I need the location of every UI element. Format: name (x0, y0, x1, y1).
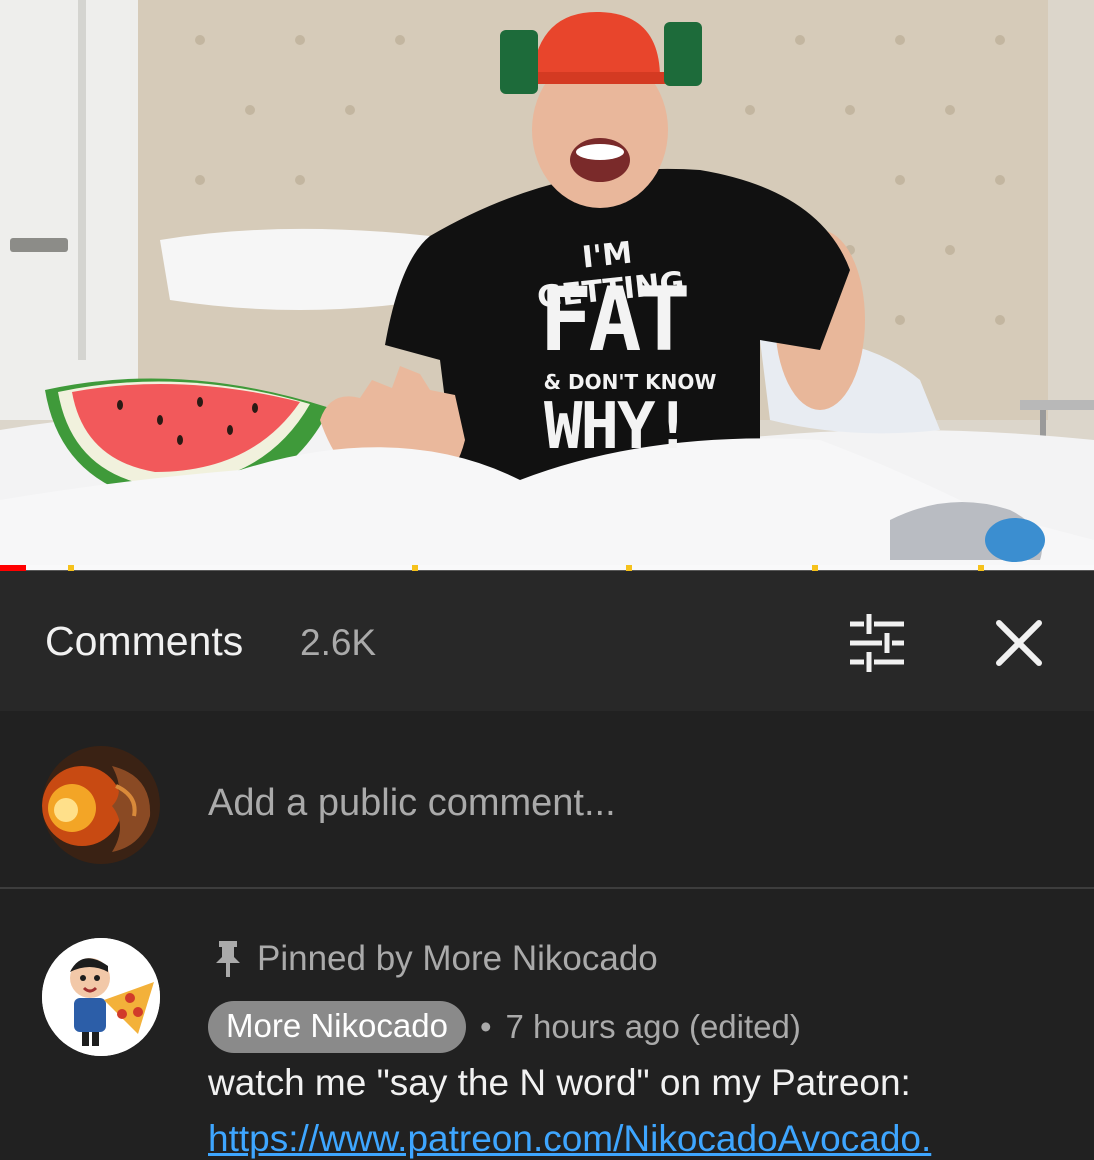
sliders-icon (850, 614, 904, 672)
add-comment-input[interactable]: Add a public comment... (208, 782, 1028, 832)
comments-count: 2.6K (300, 622, 377, 663)
comment-timestamp: 7 hours ago (edited) (505, 1008, 801, 1045)
author-name-chip[interactable]: More Nikocado (208, 1001, 466, 1053)
close-comments-button[interactable] (986, 610, 1052, 676)
pinned-indicator: Pinned by More Nikocado (213, 936, 658, 982)
meta-separator: • (479, 1008, 492, 1045)
comment-link[interactable]: https://www.patreon.com/NikocadoAvocado. (208, 1118, 931, 1160)
channel-avatar[interactable] (42, 938, 160, 1056)
pin-icon (216, 941, 240, 977)
comment-meta: More Nikocado • 7 hours ago (edited) (208, 1001, 801, 1053)
shirt-text-line-2: FAT (539, 268, 691, 371)
sort-comments-button[interactable] (842, 610, 912, 676)
video-player[interactable]: I'M GETTING FAT & DON'T KNOW WHY! (0, 0, 1094, 570)
comment-body: watch me "say the N word" on my Patreon: (208, 1062, 911, 1103)
divider (0, 887, 1094, 889)
close-icon (996, 620, 1042, 666)
cartoon-pizza-avatar-image (42, 938, 160, 1056)
dragon-avatar-image (42, 746, 160, 864)
shirt-text-line-4: WHY! (543, 390, 692, 464)
avatar[interactable] (42, 746, 160, 864)
pinned-label: Pinned by More Nikocado (257, 939, 658, 978)
comments-title: Comments (45, 618, 244, 664)
